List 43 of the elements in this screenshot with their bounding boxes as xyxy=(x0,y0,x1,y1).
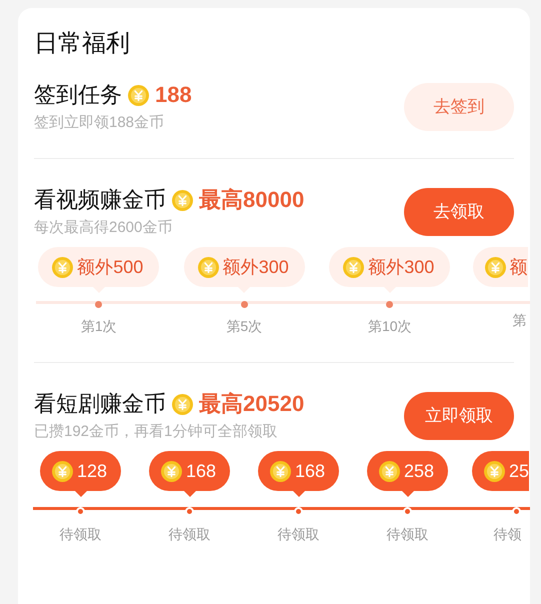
coin-icon xyxy=(52,256,74,278)
coin-icon xyxy=(128,84,149,106)
coin-icon xyxy=(343,256,364,278)
task-subtitle: 每次最高得2600金币 xyxy=(34,218,174,238)
bubble-text: 258 xyxy=(404,460,434,483)
section-title: 日常福利 xyxy=(33,29,131,54)
bubble-text: 168 xyxy=(186,460,216,483)
coin-icon xyxy=(484,256,506,278)
coin-icon xyxy=(378,460,400,482)
task-title: 签到任务 xyxy=(34,81,122,109)
coin-icon xyxy=(52,460,73,482)
task-title: 看短剧赚金币 xyxy=(34,390,166,418)
milestone-label: 待领取 xyxy=(168,525,210,544)
action-button[interactable]: 去签到 xyxy=(404,83,514,131)
coin-icon xyxy=(198,256,219,278)
bubble-text: 额 xyxy=(510,256,528,279)
reward-amount: 最高80000 xyxy=(199,186,304,214)
reward-amount: 188 xyxy=(155,81,192,109)
bubble-text: 额外300 xyxy=(222,256,289,279)
bubble-text: 额外500 xyxy=(77,256,144,279)
milestone-label: 待领取 xyxy=(60,525,102,544)
coin-icon xyxy=(160,460,182,482)
coin-icon xyxy=(270,460,291,482)
milestone-label: 待领取 xyxy=(386,525,428,544)
reward-amount: 最高20520 xyxy=(199,390,304,418)
action-button[interactable]: 去领取 xyxy=(404,188,514,236)
coin-icon xyxy=(172,394,193,414)
task-subtitle: 签到立即领188金币 xyxy=(34,113,166,133)
milestone-label: 待领取 xyxy=(278,525,320,544)
action-button[interactable]: 立即领取 xyxy=(404,392,514,440)
milestone-label: 待领 xyxy=(494,525,522,544)
bubble-text: 128 xyxy=(76,460,108,483)
bubble-text: 168 xyxy=(294,460,326,483)
milestone-label: 第5次 xyxy=(226,317,262,336)
milestone-label: 第1次 xyxy=(80,317,117,336)
task-title: 看视频赚金币 xyxy=(34,186,166,214)
bubble-text: 额外300 xyxy=(368,256,434,279)
coin-icon xyxy=(484,460,505,482)
milestone-label: 第 xyxy=(512,311,526,330)
bubble-text: 25 xyxy=(509,460,530,483)
milestone-label: 第10次 xyxy=(368,317,412,336)
coin-icon xyxy=(172,190,193,210)
task-subtitle: 已攒192金币，再看1分钟可全部领取 xyxy=(34,422,278,442)
